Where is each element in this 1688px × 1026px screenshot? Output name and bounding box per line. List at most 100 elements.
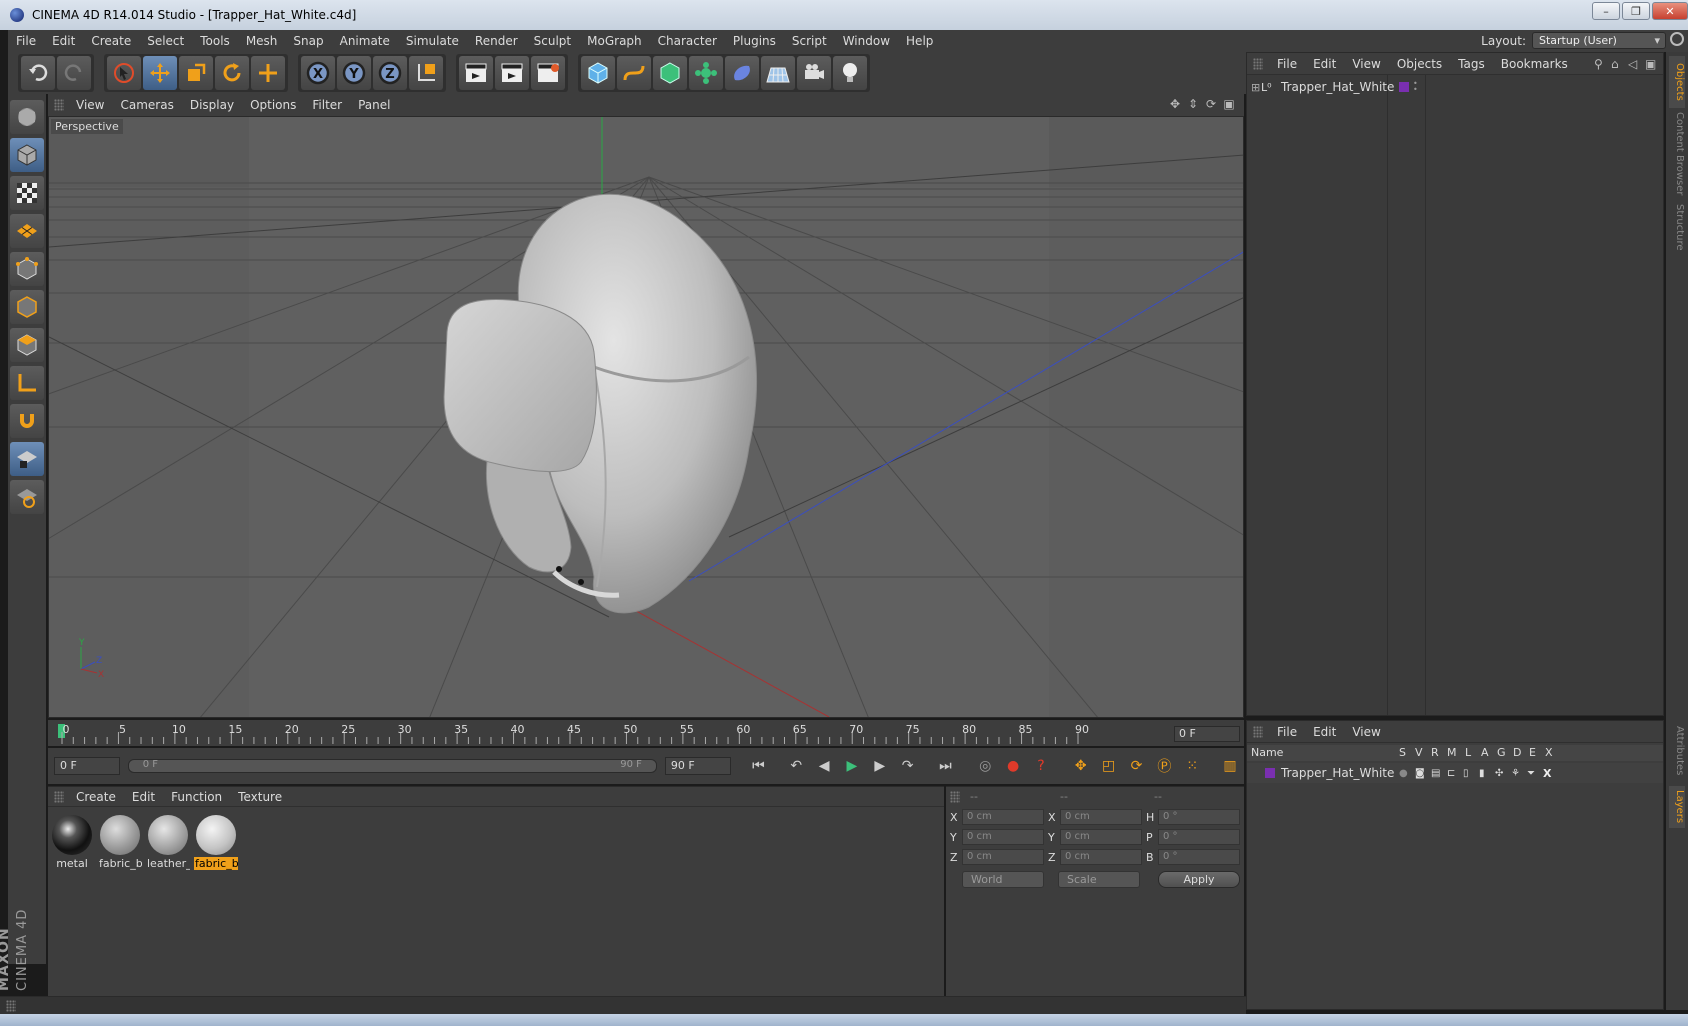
menu-character[interactable]: Character: [650, 34, 725, 48]
material-swatch-fabric-b[interactable]: fabric_b: [98, 815, 142, 870]
go-to-start-button[interactable]: ⏮: [745, 753, 771, 779]
live-selection-button[interactable]: [107, 56, 141, 90]
edges-mode-button[interactable]: [10, 290, 44, 324]
object-name[interactable]: Trapper_Hat_White: [1281, 80, 1394, 94]
column-generators[interactable]: G: [1497, 746, 1506, 759]
restore-button[interactable]: ❐: [1622, 2, 1650, 20]
tab-attributes[interactable]: Attributes: [1669, 722, 1685, 780]
material-menu-function[interactable]: Function: [163, 790, 230, 804]
material-menu-texture[interactable]: Texture: [230, 790, 290, 804]
menu-plugins[interactable]: Plugins: [725, 34, 784, 48]
panel-grip[interactable]: [950, 791, 960, 803]
texture-mode-button[interactable]: [10, 176, 44, 210]
coordinate-system-button[interactable]: [409, 56, 443, 90]
close-button[interactable]: ✕: [1652, 2, 1688, 20]
record-active-button[interactable]: ◎: [972, 753, 998, 779]
tab-objects[interactable]: Objects: [1669, 56, 1685, 108]
column-deformers[interactable]: D: [1513, 746, 1521, 759]
scale-tool-button[interactable]: [179, 56, 213, 90]
rotation-h-field[interactable]: 0 °: [1158, 809, 1240, 825]
rotation-b-field[interactable]: 0 °: [1158, 849, 1240, 865]
layer-color-swatch[interactable]: [1265, 768, 1275, 778]
column-view[interactable]: V: [1415, 746, 1423, 759]
menu-help[interactable]: Help: [898, 34, 941, 48]
object-row[interactable]: ⊞ L⁰ Trapper_Hat_White • •: [1247, 77, 1663, 97]
record-position-button[interactable]: ✥: [1068, 753, 1094, 779]
size-x-field[interactable]: 0 cm: [1060, 809, 1142, 825]
material-swatch-leather[interactable]: leather_: [146, 815, 190, 870]
add-environment-button[interactable]: [761, 56, 795, 90]
minimize-button[interactable]: –: [1592, 2, 1620, 20]
object-menu-bookmarks[interactable]: Bookmarks: [1493, 57, 1576, 71]
solo-toggle-icon[interactable]: ●: [1399, 768, 1415, 779]
range-slider[interactable]: 0 F 90 F: [127, 759, 657, 773]
perspective-viewport[interactable]: Y Z X Perspective: [48, 116, 1244, 718]
add-camera-button[interactable]: [797, 56, 831, 90]
add-cube-button[interactable]: [581, 56, 615, 90]
object-menu-file[interactable]: File: [1269, 57, 1305, 71]
camera-label[interactable]: Perspective: [51, 119, 123, 134]
previous-key-button[interactable]: ↶: [783, 753, 809, 779]
min-frame-field[interactable]: 0 F: [54, 757, 120, 775]
size-mode-dropdown[interactable]: Scale: [1058, 871, 1140, 888]
viewport-menu-cameras[interactable]: Cameras: [112, 98, 181, 112]
object-menu-edit[interactable]: Edit: [1305, 57, 1344, 71]
tab-structure[interactable]: Structure: [1669, 202, 1685, 252]
autokeying-button[interactable]: ●: [1000, 753, 1026, 779]
material-menu-edit[interactable]: Edit: [124, 790, 163, 804]
record-rotation-button[interactable]: ⟳: [1124, 753, 1150, 779]
menu-script[interactable]: Script: [784, 34, 835, 48]
column-animation[interactable]: A: [1481, 746, 1489, 759]
polygons-mode-button[interactable]: [10, 328, 44, 362]
record-point-level-button[interactable]: ⁙: [1179, 753, 1205, 779]
planar-workplane-button[interactable]: [10, 480, 44, 514]
render-settings-button[interactable]: [531, 56, 565, 90]
viewport-menu-view[interactable]: View: [68, 98, 112, 112]
menu-select[interactable]: Select: [139, 34, 192, 48]
menu-file[interactable]: File: [8, 34, 44, 48]
workplane-lock-button[interactable]: [10, 442, 44, 476]
apply-button[interactable]: Apply: [1158, 871, 1240, 888]
menu-render[interactable]: Render: [467, 34, 526, 48]
panel-grip[interactable]: [54, 99, 64, 111]
expand-icon[interactable]: ⊞: [1251, 81, 1261, 94]
z-axis-lock-button[interactable]: Z: [373, 56, 407, 90]
next-frame-button[interactable]: ▶: [867, 753, 893, 779]
layer-menu-view[interactable]: View: [1344, 725, 1388, 739]
animation-toggle-icon[interactable]: ▮: [1479, 768, 1495, 779]
expression-toggle-icon[interactable]: ⏷: [1527, 768, 1543, 779]
object-menu-objects[interactable]: Objects: [1389, 57, 1450, 71]
material-swatch-metal[interactable]: metal: [50, 815, 94, 870]
record-scale-button[interactable]: ◰: [1096, 753, 1122, 779]
render-view-button[interactable]: [459, 56, 493, 90]
menu-simulate[interactable]: Simulate: [398, 34, 467, 48]
deformer-toggle-icon[interactable]: ⚘: [1511, 768, 1527, 779]
manager-toggle-icon[interactable]: ⊏: [1447, 768, 1463, 779]
layer-name[interactable]: Trapper_Hat_White: [1281, 766, 1399, 780]
size-z-field[interactable]: 0 cm: [1060, 849, 1142, 865]
panel-grip[interactable]: [1253, 58, 1263, 70]
object-menu-view[interactable]: View: [1344, 57, 1388, 71]
menu-window[interactable]: Window: [835, 34, 898, 48]
coordinate-system-dropdown[interactable]: World: [962, 871, 1044, 888]
pan-view-icon[interactable]: ✥: [1168, 97, 1182, 111]
add-spline-button[interactable]: [617, 56, 651, 90]
column-solo[interactable]: S: [1399, 746, 1406, 759]
rotation-p-field[interactable]: 0 °: [1158, 829, 1240, 845]
menu-create[interactable]: Create: [83, 34, 139, 48]
go-to-end-button[interactable]: ⏭: [933, 753, 959, 779]
record-parameter-button[interactable]: Ⓟ: [1151, 753, 1177, 779]
menu-animate[interactable]: Animate: [332, 34, 398, 48]
column-expressions[interactable]: E: [1529, 746, 1536, 759]
size-y-field[interactable]: 0 cm: [1060, 829, 1142, 845]
viewport-menu-display[interactable]: Display: [182, 98, 242, 112]
orbit-view-icon[interactable]: ⟳: [1204, 97, 1218, 111]
column-xref[interactable]: X: [1545, 746, 1553, 759]
search-icon[interactable]: [1670, 32, 1684, 46]
play-button[interactable]: ▶: [839, 753, 865, 779]
render-picture-viewer-button[interactable]: [495, 56, 529, 90]
max-frame-field[interactable]: 90 F: [664, 757, 731, 775]
recent-tool-button[interactable]: [251, 56, 285, 90]
make-editable-button[interactable]: [10, 100, 44, 134]
move-tool-button[interactable]: [143, 56, 177, 90]
